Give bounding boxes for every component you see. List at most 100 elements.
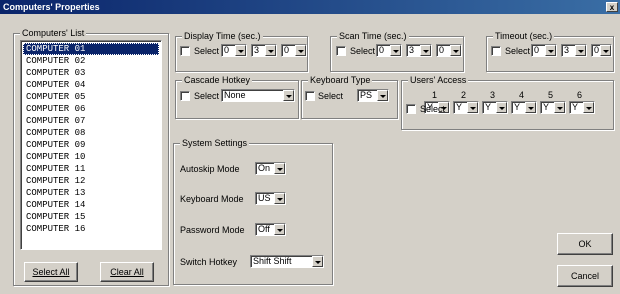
keyboard-type-select-label: Select xyxy=(318,91,344,101)
switch-hotkey-combo[interactable]: Shift Shift xyxy=(250,255,324,268)
title-bar: Computers' Properties x xyxy=(0,0,620,14)
display-time-combo-1[interactable]: 0 xyxy=(221,44,247,57)
computers-listbox[interactable]: COMPUTER 01 COMPUTER 02 COMPUTER 03 COMPUTE… xyxy=(20,40,162,250)
users-access-value: Y xyxy=(572,102,579,112)
list-item[interactable]: COMPUTER 08 xyxy=(23,127,159,139)
users-access-select-label: Select xyxy=(420,104,446,114)
chevron-down-icon xyxy=(450,45,461,56)
timeout-select-label: Select xyxy=(505,46,531,56)
timeout-combo-1[interactable]: 0 xyxy=(531,44,557,57)
chevron-down-icon xyxy=(295,45,306,56)
scan-time-legend: Scan Time (sec.) xyxy=(337,31,409,41)
autoskip-mode-combo[interactable]: On xyxy=(255,162,286,175)
chevron-down-icon xyxy=(377,90,388,101)
list-item[interactable]: COMPUTER 16 xyxy=(23,223,159,235)
cascade-hotkey-legend: Cascade Hotkey xyxy=(182,75,253,85)
scan-time-combo-3[interactable]: 0 xyxy=(436,44,462,57)
users-access-column-label: 2 xyxy=(461,90,467,100)
chevron-down-icon xyxy=(274,224,285,235)
chevron-down-icon xyxy=(274,193,285,204)
users-access-column-label: 6 xyxy=(577,90,583,100)
chevron-down-icon xyxy=(312,256,323,267)
password-mode-label: Password Mode xyxy=(180,225,245,235)
keyboard-type-legend: Keyboard Type xyxy=(308,75,373,85)
keyboard-mode-value: US xyxy=(258,193,271,203)
users-access-combo-4[interactable]: Y xyxy=(511,101,537,114)
chevron-down-icon xyxy=(420,45,431,56)
close-button[interactable]: x xyxy=(606,2,618,12)
scan-time-combo-2[interactable]: 3 xyxy=(406,44,432,57)
list-item[interactable]: COMPUTER 10 xyxy=(23,151,159,163)
keyboard-type-select-checkbox[interactable] xyxy=(305,91,315,101)
chevron-down-icon xyxy=(600,45,611,56)
users-access-value: Y xyxy=(543,102,550,112)
display-time-select-label: Select xyxy=(194,46,220,56)
select-all-button[interactable]: Select All xyxy=(24,262,78,282)
keyboard-type-combo[interactable]: PS xyxy=(357,89,389,102)
list-item[interactable]: COMPUTER 07 xyxy=(23,115,159,127)
list-item[interactable]: COMPUTER 02 xyxy=(23,55,159,67)
users-access-value: Y xyxy=(514,102,521,112)
autoskip-mode-label: Autoskip Mode xyxy=(180,164,240,174)
timeout-combo-2[interactable]: 3 xyxy=(561,44,587,57)
users-access-column-label: 5 xyxy=(548,90,554,100)
users-access-combo-3[interactable]: Y xyxy=(482,101,508,114)
chevron-down-icon xyxy=(390,45,401,56)
cascade-hotkey-combo[interactable]: None xyxy=(221,89,295,102)
computers-properties-dialog: Computers' Properties x Computers' List … xyxy=(0,0,620,294)
list-item[interactable]: COMPUTER 05 xyxy=(23,91,159,103)
users-access-combo-6[interactable]: Y xyxy=(569,101,595,114)
list-item[interactable]: COMPUTER 13 xyxy=(23,187,159,199)
chevron-down-icon xyxy=(545,45,556,56)
scan-time-select-checkbox[interactable] xyxy=(336,46,346,56)
keyboard-mode-combo[interactable]: US xyxy=(255,192,286,205)
users-access-combo-5[interactable]: Y xyxy=(540,101,566,114)
password-mode-value: Off xyxy=(258,224,270,234)
chevron-down-icon xyxy=(496,102,507,113)
list-item[interactable]: COMPUTER 12 xyxy=(23,175,159,187)
timeout-value-3: 0 xyxy=(594,45,600,55)
switch-hotkey-label: Switch Hotkey xyxy=(180,257,238,267)
timeout-select-checkbox[interactable] xyxy=(491,46,501,56)
users-access-select-checkbox[interactable] xyxy=(406,104,416,114)
switch-hotkey-value: Shift Shift xyxy=(253,256,292,266)
list-item[interactable]: COMPUTER 06 xyxy=(23,103,159,115)
system-settings-legend: System Settings xyxy=(180,138,250,148)
computers-list-legend: Computers' List xyxy=(20,28,87,38)
list-item[interactable]: COMPUTER 11 xyxy=(23,163,159,175)
cascade-hotkey-select-checkbox[interactable] xyxy=(180,91,190,101)
ok-button[interactable]: OK xyxy=(557,233,613,255)
timeout-combo-3[interactable]: 0 xyxy=(591,44,612,57)
scan-time-value-3: 0 xyxy=(439,45,445,55)
scan-time-combo-1[interactable]: 0 xyxy=(376,44,402,57)
display-time-combo-3[interactable]: 0 xyxy=(281,44,307,57)
chevron-down-icon xyxy=(525,102,536,113)
chevron-down-icon xyxy=(265,45,276,56)
list-item[interactable]: COMPUTER 01 xyxy=(23,43,159,55)
scan-time-select-label: Select xyxy=(350,46,376,56)
display-time-combo-2[interactable]: 3 xyxy=(251,44,277,57)
autoskip-mode-value: On xyxy=(258,163,271,173)
display-time-select-checkbox[interactable] xyxy=(180,46,190,56)
window-title: Computers' Properties xyxy=(3,2,100,12)
users-access-value: Y xyxy=(456,102,463,112)
list-item[interactable]: COMPUTER 09 xyxy=(23,139,159,151)
chevron-down-icon xyxy=(554,102,565,113)
timeout-value-2: 3 xyxy=(564,45,570,55)
list-item[interactable]: COMPUTER 04 xyxy=(23,79,159,91)
cancel-button[interactable]: Cancel xyxy=(557,265,613,287)
list-item[interactable]: COMPUTER 14 xyxy=(23,199,159,211)
chevron-down-icon xyxy=(467,102,478,113)
chevron-down-icon xyxy=(235,45,246,56)
list-item[interactable]: COMPUTER 15 xyxy=(23,211,159,223)
scan-time-value-1: 0 xyxy=(379,45,385,55)
users-access-combo-2[interactable]: Y xyxy=(453,101,479,114)
display-time-value-1: 0 xyxy=(224,45,230,55)
password-mode-combo[interactable]: Off xyxy=(255,223,286,236)
timeout-legend: Timeout (sec.) xyxy=(493,31,555,41)
list-item[interactable]: COMPUTER 03 xyxy=(23,67,159,79)
keyboard-mode-label: Keyboard Mode xyxy=(180,194,244,204)
chevron-down-icon xyxy=(274,163,285,174)
timeout-value-1: 0 xyxy=(534,45,540,55)
clear-all-button[interactable]: Clear All xyxy=(100,262,154,282)
